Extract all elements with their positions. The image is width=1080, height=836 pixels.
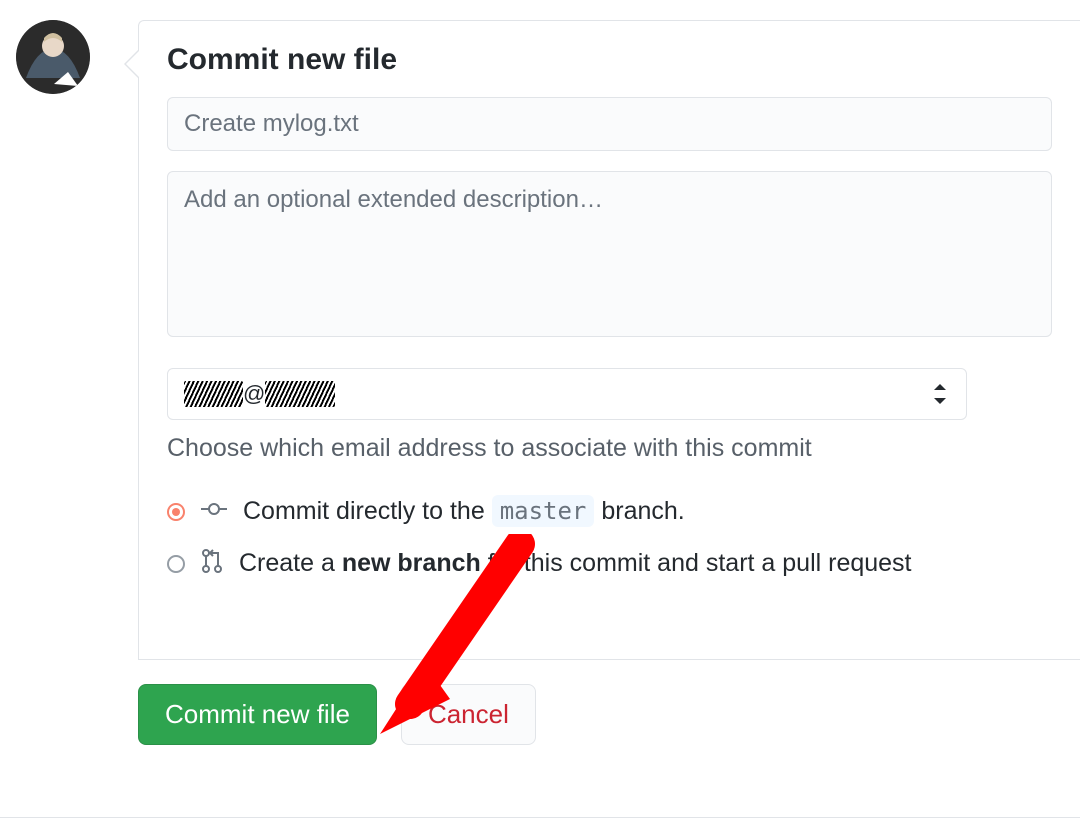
radio-commit-direct[interactable]: Commit directly to the master branch. [167, 497, 1052, 526]
radio-direct-label: Commit directly to the master branch. [243, 497, 685, 526]
divider [0, 817, 1080, 818]
panel-title: Commit new file [167, 43, 1052, 77]
commit-panel: Commit new file xxxxx@xxxxxx Choose whic… [138, 20, 1080, 660]
radio-icon [167, 503, 185, 521]
email-select[interactable]: xxxxx@xxxxxx [167, 368, 967, 420]
branch-code: master [492, 495, 595, 527]
cancel-button[interactable]: Cancel [401, 684, 536, 745]
email-obscured-left: xxxxx [184, 381, 243, 407]
radio-icon [167, 555, 185, 573]
git-pull-request-icon [201, 548, 223, 579]
actions-row: Commit new file Cancel [138, 684, 1080, 745]
avatar [16, 20, 90, 94]
radio-new-branch[interactable]: Create a new branch for this commit and … [167, 548, 1052, 579]
commit-subject-input[interactable] [167, 97, 1052, 151]
radio-newbranch-label: Create a new branch for this commit and … [239, 549, 912, 578]
git-commit-icon [201, 499, 227, 524]
email-obscured-right: xxxxxx [265, 381, 335, 407]
chevron-updown-icon [932, 384, 948, 404]
email-selected-value: xxxxx@xxxxxx [184, 381, 335, 406]
commit-description-textarea[interactable] [167, 171, 1052, 337]
email-help-text: Choose which email address to associate … [167, 434, 1052, 463]
commit-button[interactable]: Commit new file [138, 684, 377, 745]
